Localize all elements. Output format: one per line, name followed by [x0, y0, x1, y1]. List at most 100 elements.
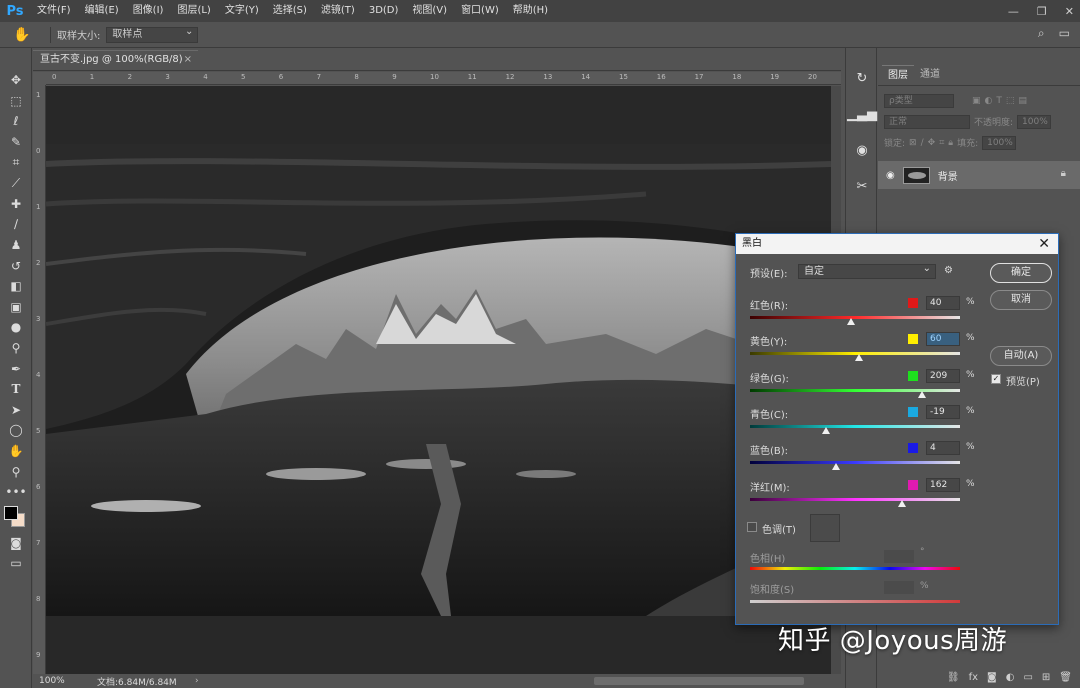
- screen-mode-icon[interactable]: ▭: [0, 553, 32, 574]
- status-menu-icon[interactable]: ›: [195, 676, 209, 686]
- saturation-slider[interactable]: [750, 600, 960, 603]
- slider-track[interactable]: [750, 424, 960, 428]
- quick-mask-icon[interactable]: ◙: [0, 532, 32, 553]
- filter-shape-icon[interactable]: ⬚: [1006, 96, 1015, 106]
- color-swatches[interactable]: [0, 502, 32, 532]
- slider-value-input[interactable]: 60: [926, 332, 960, 347]
- history-brush-tool-icon[interactable]: ↺: [0, 255, 32, 276]
- healing-brush-tool-icon[interactable]: ✚: [0, 194, 32, 215]
- horizontal-ruler[interactable]: 0123456789101112131415161718192021: [46, 72, 855, 85]
- lasso-tool-icon[interactable]: ℓ: [0, 111, 32, 132]
- menu-item[interactable]: 文件(F): [30, 0, 78, 22]
- tab-layers[interactable]: 图层: [882, 65, 914, 85]
- link-layers-icon[interactable]: ⛓: [947, 672, 960, 683]
- brush-tool-icon[interactable]: ∕: [0, 214, 32, 235]
- tools-preset-icon[interactable]: ✂: [846, 168, 878, 204]
- vertical-ruler[interactable]: 1012345678910: [33, 85, 46, 674]
- preset-select[interactable]: 自定: [798, 262, 936, 279]
- hue-slider[interactable]: [750, 567, 960, 570]
- new-group-icon[interactable]: ▭: [1023, 672, 1032, 683]
- menu-item[interactable]: 选择(S): [266, 0, 314, 22]
- slider-value-input[interactable]: 40: [926, 296, 960, 310]
- fill-input[interactable]: 100%: [982, 135, 1017, 150]
- add-mask-icon[interactable]: ◙: [987, 672, 997, 683]
- slider-track[interactable]: [750, 388, 960, 392]
- path-select-tool-icon[interactable]: ➤: [0, 400, 32, 421]
- preview-checkbox[interactable]: ✓: [991, 374, 1001, 384]
- tint-checkbox[interactable]: [747, 522, 757, 532]
- lock-paint-icon[interactable]: ∕: [921, 138, 924, 148]
- zoom-tool-icon[interactable]: ⚲: [0, 461, 32, 482]
- menu-item[interactable]: 图像(I): [126, 0, 171, 22]
- dodge-tool-icon[interactable]: ⚲: [0, 338, 32, 359]
- preset-gear-icon[interactable]: ⚙: [944, 265, 953, 276]
- lock-move-icon[interactable]: ✥: [928, 138, 936, 148]
- slider-thumb[interactable]: [846, 318, 855, 325]
- slider-value-input[interactable]: 4: [926, 441, 960, 456]
- quick-select-tool-icon[interactable]: ✎: [0, 132, 32, 153]
- slider-value-input[interactable]: -19: [926, 404, 960, 419]
- minimize-icon[interactable]: —: [1008, 5, 1019, 18]
- menu-item[interactable]: 编辑(E): [78, 0, 126, 22]
- horizontal-scroll-thumb[interactable]: [594, 677, 804, 685]
- filter-adjust-icon[interactable]: ◐: [985, 96, 993, 106]
- clone-stamp-tool-icon[interactable]: ♟: [0, 235, 32, 256]
- type-tool-icon[interactable]: T: [0, 379, 32, 400]
- dialog-titlebar[interactable]: 黑白 ✕: [736, 234, 1058, 254]
- hand-tool-preset-icon[interactable]: ✋: [0, 27, 44, 43]
- lock-transparent-icon[interactable]: ⊠: [909, 138, 917, 148]
- lock-all-icon[interactable]: 🔒︎: [948, 138, 953, 148]
- filter-smart-icon[interactable]: ▤: [1018, 96, 1027, 106]
- menu-item[interactable]: 3D(D): [362, 0, 406, 22]
- slider-thumb[interactable]: [822, 426, 831, 434]
- search-icon[interactable]: ⌕: [1038, 26, 1045, 41]
- more-tools-icon[interactable]: •••: [0, 482, 32, 503]
- ruler-origin[interactable]: [33, 72, 46, 85]
- move-tool-icon[interactable]: ✥: [0, 70, 32, 91]
- saturation-input[interactable]: [884, 581, 914, 594]
- pen-tool-icon[interactable]: ✒: [0, 358, 32, 379]
- slider-thumb[interactable]: [855, 354, 864, 362]
- foreground-color[interactable]: [4, 506, 18, 521]
- opacity-input[interactable]: 100%: [1017, 114, 1052, 129]
- menu-item[interactable]: 图层(L): [170, 0, 217, 22]
- history-panel-icon[interactable]: ↻: [846, 60, 878, 96]
- ok-button[interactable]: 确定: [990, 263, 1052, 283]
- adjustment-layer-icon[interactable]: ◐: [1006, 672, 1015, 683]
- close-window-icon[interactable]: ✕: [1065, 5, 1074, 18]
- layer-filter-select[interactable]: ρ类型: [884, 93, 954, 108]
- close-tab-icon[interactable]: ×: [184, 51, 192, 69]
- menu-item[interactable]: 文字(Y): [218, 0, 266, 22]
- histogram-panel-icon[interactable]: ▁▃▅: [846, 96, 878, 132]
- slider-track[interactable]: [750, 316, 960, 319]
- layer-row-background[interactable]: ◉ 背景 🔒︎: [878, 161, 1080, 189]
- workspace-icon[interactable]: ▭: [1059, 26, 1070, 41]
- slider-value-input[interactable]: 162: [926, 477, 960, 492]
- sample-size-select[interactable]: 取样点: [106, 25, 199, 43]
- tab-channels[interactable]: 通道: [914, 65, 946, 85]
- blur-tool-icon[interactable]: ●: [0, 317, 32, 338]
- shape-tool-icon[interactable]: ◯: [0, 420, 32, 441]
- cancel-button[interactable]: 取消: [990, 290, 1052, 310]
- eyedropper-tool-icon[interactable]: ⟋: [0, 173, 32, 194]
- hand-tool-icon[interactable]: ✋: [0, 441, 32, 462]
- properties-panel-icon[interactable]: ◉: [846, 132, 878, 168]
- zoom-level[interactable]: 100%: [33, 676, 83, 686]
- marquee-tool-icon[interactable]: ⬚: [0, 91, 32, 112]
- slider-thumb[interactable]: [898, 499, 907, 507]
- slider-thumb[interactable]: [917, 390, 926, 398]
- delete-layer-icon[interactable]: 🗑︎: [1059, 672, 1072, 683]
- eraser-tool-icon[interactable]: ◧: [0, 276, 32, 297]
- slider-track[interactable]: [750, 497, 960, 501]
- menu-item[interactable]: 窗口(W): [454, 0, 506, 22]
- filter-type-icon[interactable]: T: [996, 96, 1002, 106]
- menu-item[interactable]: 滤镜(T): [314, 0, 362, 22]
- lock-artboard-icon[interactable]: ⌗: [939, 138, 944, 148]
- auto-button[interactable]: 自动(A): [990, 346, 1052, 366]
- slider-value-input[interactable]: 209: [926, 368, 960, 383]
- new-layer-icon[interactable]: ⊞: [1042, 672, 1050, 683]
- gradient-tool-icon[interactable]: ▣: [0, 297, 32, 318]
- tint-color-swatch[interactable]: [810, 514, 840, 542]
- menu-item[interactable]: 视图(V): [405, 0, 454, 22]
- visibility-eye-icon[interactable]: ◉: [886, 170, 895, 181]
